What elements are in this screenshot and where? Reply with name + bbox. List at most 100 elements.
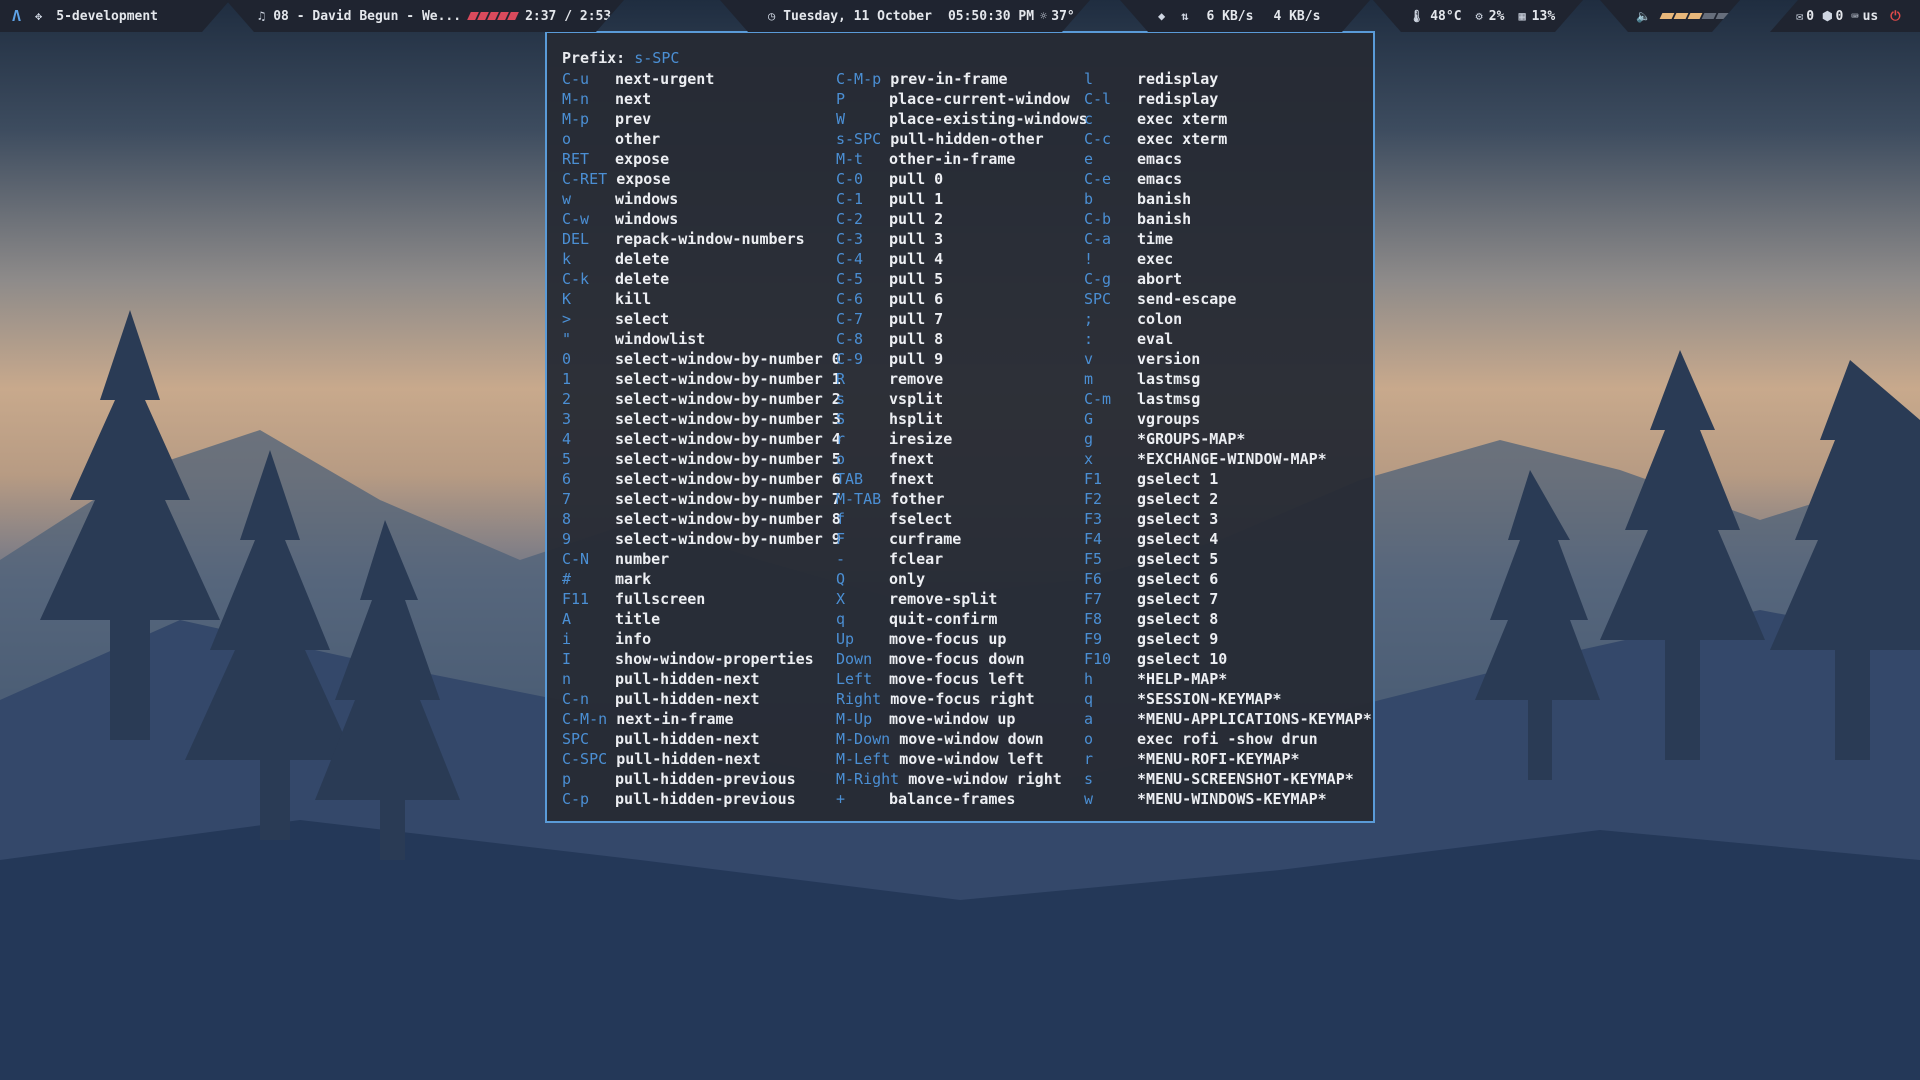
keymap-key: I bbox=[562, 650, 572, 668]
keymap-entry: C-2 pull 2 bbox=[836, 209, 1088, 229]
logo-icon[interactable]: Λ bbox=[12, 7, 21, 25]
keymap-key: RET bbox=[562, 150, 590, 168]
bar-volume-segment[interactable]: 🔈 bbox=[1600, 0, 1740, 32]
keymap-entry: C-5 pull 5 bbox=[836, 269, 1088, 289]
keymap-command: pull-hidden-other bbox=[890, 130, 1044, 148]
keymap-key: 4 bbox=[562, 430, 572, 448]
keymap-key: 8 bbox=[562, 510, 572, 528]
keymap-entry: C-c exec xterm bbox=[1084, 129, 1372, 149]
keymap-command: colon bbox=[1137, 310, 1183, 328]
power-icon[interactable]: ⏻ bbox=[1890, 9, 1900, 24]
keymap-key: S bbox=[836, 410, 846, 428]
keymap-entry: o other bbox=[562, 129, 841, 149]
keymap-command: number bbox=[615, 550, 670, 568]
keymap-command: windows bbox=[615, 190, 679, 208]
keymap-entry: C-9 pull 9 bbox=[836, 349, 1088, 369]
keymap-key: K bbox=[562, 290, 572, 308]
keymap-key: Right bbox=[836, 690, 882, 708]
keymap-entry: C-M-p prev-in-frame bbox=[836, 69, 1088, 89]
keymap-entry: C-b banish bbox=[1084, 209, 1372, 229]
keymap-command: other-in-frame bbox=[889, 150, 1016, 168]
cpu-icon: ⚙ bbox=[1475, 9, 1483, 23]
keymap-command: prev-in-frame bbox=[890, 70, 1008, 88]
keymap-command: exec bbox=[1137, 250, 1174, 268]
keymap-command: move-window left bbox=[899, 750, 1044, 768]
keymap-command: place-current-window bbox=[889, 90, 1070, 108]
keymap-command: kill bbox=[615, 290, 652, 308]
keymap-command: version bbox=[1137, 350, 1201, 368]
keymap-key: C-M-p bbox=[836, 70, 882, 88]
keymap-entry: h *HELP-MAP* bbox=[1084, 669, 1372, 689]
volume-level-bar[interactable] bbox=[1661, 13, 1729, 19]
keymap-command: abort bbox=[1137, 270, 1183, 288]
keymap-key: C-w bbox=[562, 210, 590, 228]
level-segment bbox=[1702, 13, 1717, 19]
keymap-entry: 6 select-window-by-number 6 bbox=[562, 469, 841, 489]
keymap-entry: M-Right move-window right bbox=[836, 769, 1088, 789]
music-note-icon: ♫ bbox=[258, 9, 266, 23]
keymap-command: select bbox=[615, 310, 670, 328]
keymap-command: pull 2 bbox=[889, 210, 944, 228]
keymap-command: send-escape bbox=[1137, 290, 1237, 308]
level-segment bbox=[1660, 13, 1675, 19]
keymap-command: fullscreen bbox=[615, 590, 706, 608]
keymap-key: 1 bbox=[562, 370, 572, 388]
keymap-command: title bbox=[615, 610, 661, 628]
keymap-key: Left bbox=[836, 670, 873, 688]
keymap-entry: C-k delete bbox=[562, 269, 841, 289]
keymap-entry: C-N number bbox=[562, 549, 841, 569]
keymap-command: lastmsg bbox=[1137, 390, 1201, 408]
workspace-label[interactable]: 5-development bbox=[56, 9, 158, 24]
keymap-key: l bbox=[1084, 70, 1094, 88]
keymap-key: 5 bbox=[562, 450, 572, 468]
keymap-command: gselect 7 bbox=[1137, 590, 1219, 608]
keymap-command: *MENU-APPLICATIONS-KEYMAP* bbox=[1137, 710, 1372, 728]
keymap-entry: M-Left move-window left bbox=[836, 749, 1088, 769]
keymap-entry: C-3 pull 3 bbox=[836, 229, 1088, 249]
keymap-key: C-9 bbox=[836, 350, 864, 368]
keymap-key: C-l bbox=[1084, 90, 1112, 108]
keymap-key: r bbox=[1084, 750, 1094, 768]
keymap-entry: TAB fnext bbox=[836, 469, 1088, 489]
clock-icon: ◷ bbox=[768, 9, 776, 23]
keymap-key: a bbox=[1084, 710, 1094, 728]
bar-music-segment[interactable]: ♫ 08 - David Begun - We... 2:37 / 2:53 bbox=[226, 0, 624, 32]
keymap-entry: F4 gselect 4 bbox=[1084, 529, 1372, 549]
level-segment bbox=[1716, 13, 1731, 19]
keymap-command: prev bbox=[615, 110, 652, 128]
keymap-key: 7 bbox=[562, 490, 572, 508]
keymap-entry: DEL repack-window-numbers bbox=[562, 229, 841, 249]
keymap-key: C-c bbox=[1084, 130, 1112, 148]
keymap-entry: C-8 pull 8 bbox=[836, 329, 1088, 349]
keymap-entry: C-e emacs bbox=[1084, 169, 1372, 189]
keymap-key: Down bbox=[836, 650, 873, 668]
keymap-key: C-7 bbox=[836, 310, 864, 328]
keymap-entry: l redisplay bbox=[1084, 69, 1372, 89]
keymap-key: - bbox=[836, 550, 846, 568]
keymap-entry: F2 gselect 2 bbox=[1084, 489, 1372, 509]
keymap-key: Up bbox=[836, 630, 855, 648]
time-label: 05:50:30 PM bbox=[947, 8, 1035, 24]
keymap-entry: F8 gselect 8 bbox=[1084, 609, 1372, 629]
keymap-command: gselect 1 bbox=[1137, 470, 1219, 488]
keymap-key: n bbox=[562, 670, 572, 688]
keymap-command: select-window-by-number 1 bbox=[615, 370, 841, 388]
keymap-key: : bbox=[1084, 330, 1094, 348]
keymap-command: lastmsg bbox=[1137, 370, 1201, 388]
memory-icon: ▦ bbox=[1518, 9, 1526, 23]
keymap-key: f bbox=[836, 510, 846, 528]
keymap-entry: M-Up move-window up bbox=[836, 709, 1088, 729]
keymap-entry: F9 gselect 9 bbox=[1084, 629, 1372, 649]
keymap-entry: A title bbox=[562, 609, 841, 629]
track-title: 08 - David Begun - We... bbox=[273, 8, 462, 24]
upload-speed: 4 KB/s bbox=[1273, 8, 1321, 24]
keymap-key: Q bbox=[836, 570, 846, 588]
track-progress-bar bbox=[469, 12, 517, 20]
keymap-command: time bbox=[1137, 230, 1174, 248]
keymap-entry: C-RET expose bbox=[562, 169, 841, 189]
keymap-command: remove bbox=[889, 370, 944, 388]
keymap-key: o bbox=[562, 130, 572, 148]
keyboard-icon: ⌨ bbox=[1851, 9, 1859, 23]
keymap-command: gselect 5 bbox=[1137, 550, 1219, 568]
wifi-icon: ◆ bbox=[1158, 9, 1166, 23]
